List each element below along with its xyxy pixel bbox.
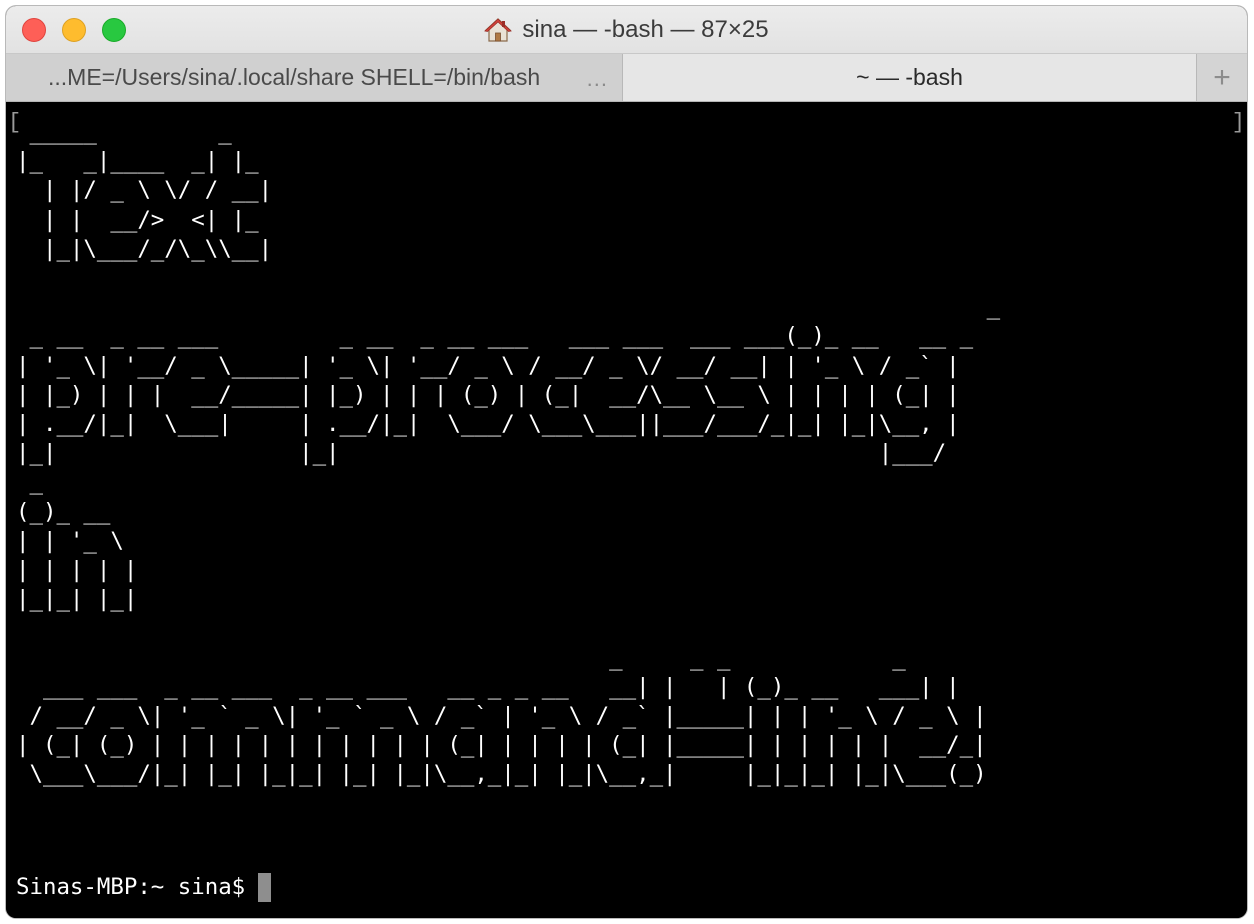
new-tab-button[interactable]: + (1196, 54, 1247, 101)
terminal-window: sina — -bash — 87×25 ...ME=/Users/sina/.… (6, 6, 1247, 918)
bracket-right: ] (1231, 110, 1245, 135)
home-icon (484, 18, 513, 42)
tab-bash[interactable]: ~ — -bash (623, 54, 1196, 101)
terminal-output[interactable]: [ ] _____ _ |_ _|____ _| |_ | |/ _ \ \/ … (6, 102, 1247, 918)
tab-more-icon: ... (586, 66, 608, 91)
ascii-art-banner: _____ _ |_ _|____ _| |_ | |/ _ \ \/ / __… (16, 119, 1001, 788)
window-title-text: sina — -bash — 87×25 (522, 16, 769, 43)
tab-bash-label: ~ — -bash (856, 64, 963, 90)
prompt-line: Sinas-MBP:~ sina$ (16, 873, 272, 902)
text-cursor (258, 873, 272, 902)
tab-bar: ...ME=/Users/sina/.local/share SHELL=/bi… (6, 54, 1247, 102)
plus-icon: + (1213, 60, 1231, 94)
tab-env[interactable]: ...ME=/Users/sina/.local/share SHELL=/bi… (6, 54, 623, 101)
shell-prompt: Sinas-MBP:~ sina$ (16, 874, 246, 900)
tab-env-label: ...ME=/Users/sina/.local/share SHELL=/bi… (48, 64, 541, 90)
title-bar[interactable]: sina — -bash — 87×25 (6, 6, 1247, 54)
window-title: sina — -bash — 87×25 (6, 6, 1247, 54)
